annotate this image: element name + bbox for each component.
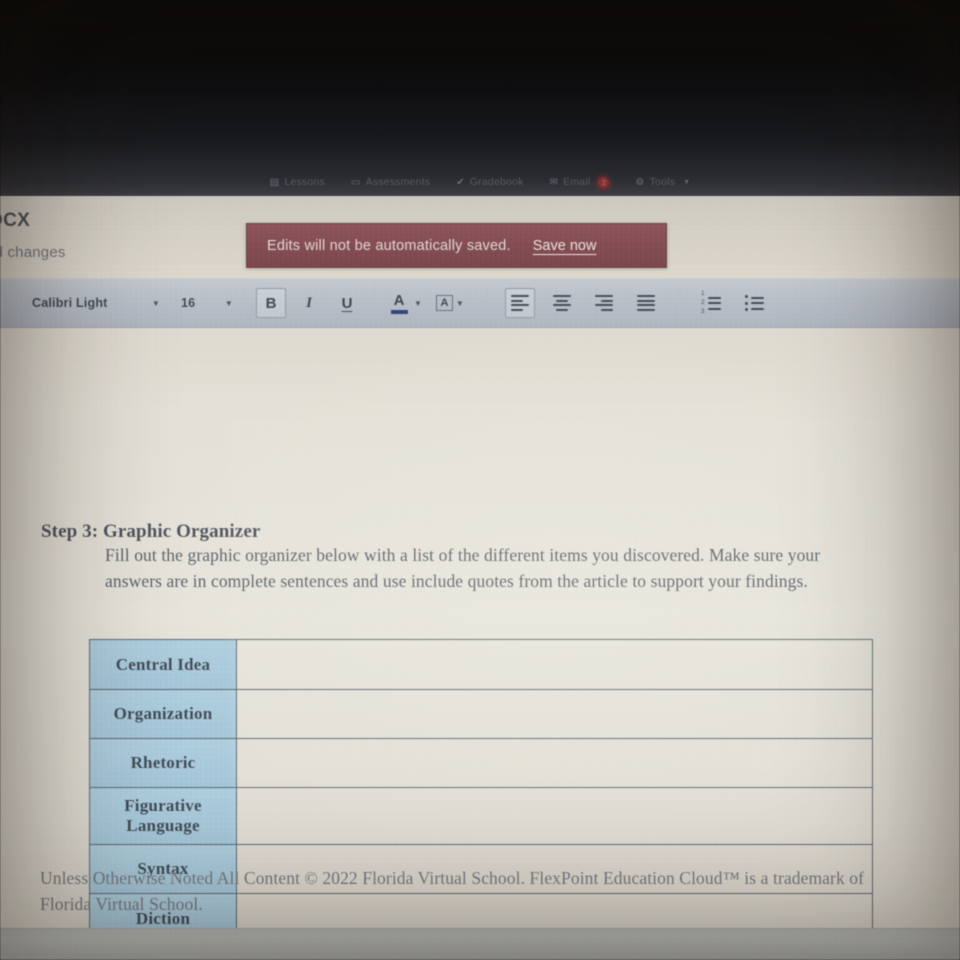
file-name: OCX [0, 210, 31, 231]
align-left-button[interactable] [504, 288, 535, 318]
nav-item-tools[interactable]: ⚙ Tools ▼ [635, 176, 690, 188]
list-lines [707, 296, 721, 310]
align-left-icon [510, 295, 529, 311]
toolbar-divider [485, 284, 487, 322]
list-numbers: 1 2 3 [701, 291, 704, 315]
chevron-down-icon: ▼ [414, 298, 422, 308]
nav-label: Email [563, 176, 591, 188]
numbered-list-button[interactable]: 1 2 3 [696, 288, 726, 318]
unsaved-changes-banner: Edits will not be automatically saved. S… [246, 223, 667, 268]
table-row: Central Idea [89, 639, 873, 690]
align-center-button[interactable] [547, 288, 577, 318]
row-label-figurative-language: Figurative Language [89, 787, 237, 845]
formatting-toolbar: Calibri Light ▼ 16 ▼ B I U A ▼ A ▼ 1 2 3 [0, 278, 960, 328]
row-label-central-idea: Central Idea [89, 639, 237, 690]
banner-message: Edits will not be automatically saved. [267, 237, 511, 254]
align-right-icon [594, 295, 613, 311]
dark-browser-backdrop [0, 0, 960, 196]
envelope-icon: ✉ [549, 176, 559, 188]
nav-item-assessments[interactable]: ▭ Assessments [351, 176, 430, 188]
table-row: Organization [89, 689, 873, 739]
row-value-organization[interactable] [236, 689, 873, 739]
text-color-swatch [390, 310, 408, 314]
nav-label: Assessments [365, 176, 431, 188]
unsaved-changes-status: ed changes [0, 244, 66, 261]
chevron-down-icon: ▼ [455, 298, 464, 308]
save-now-link[interactable]: Save now [533, 238, 597, 254]
table-row: Rhetoric [89, 738, 873, 788]
nav-item-gradebook[interactable]: ✔ Gradebook [456, 176, 523, 188]
bold-button[interactable]: B [256, 288, 286, 318]
font-family-select[interactable]: Calibri Light ▼ [22, 288, 170, 318]
font-size-select[interactable]: 16 ▼ [171, 288, 243, 318]
list-lines [751, 296, 765, 310]
bulleted-list-icon [745, 295, 765, 311]
chevron-down-icon: ▼ [683, 178, 691, 186]
copyright-footer: Unless Otherwise Noted All Content © 202… [40, 868, 865, 914]
align-center-icon [552, 295, 571, 311]
text-color-button[interactable]: A ▼ [387, 288, 428, 318]
highlight-color-button[interactable]: A ▼ [435, 295, 470, 311]
page-title: Step 3: Graphic Organizer [41, 521, 261, 542]
toolbar-divider [243, 284, 244, 322]
underline-button[interactable]: U [332, 288, 362, 318]
nav-item-lessons[interactable]: ▤ Lessons [270, 176, 325, 188]
row-value-central-idea[interactable] [236, 639, 873, 690]
highlight-letter: A [440, 297, 449, 309]
text-color-letter: A [393, 292, 405, 309]
document-content: Step 3: Graphic Organizer Fill out the g… [0, 521, 960, 945]
font-family-value: Calibri Light [32, 296, 108, 310]
align-right-button[interactable] [589, 288, 619, 318]
align-justify-button[interactable] [631, 288, 661, 318]
list-number: 2 [701, 300, 705, 306]
list-number: 3 [701, 309, 705, 315]
email-unread-badge: 2 [598, 176, 610, 188]
nav-label: Gradebook [469, 176, 524, 188]
row-label-organization: Organization [89, 689, 237, 739]
check-icon: ✔ [456, 176, 465, 188]
numbered-list-icon: 1 2 3 [701, 291, 721, 315]
nav-label: Tools [649, 176, 676, 188]
text-color-a-icon: A [387, 288, 411, 318]
list-bullets [745, 295, 749, 311]
gear-icon: ⚙ [635, 176, 645, 188]
nav-label: Lessons [284, 176, 325, 188]
instructions-paragraph: Fill out the graphic organizer below wit… [105, 545, 821, 591]
course-navigation-bar: ▤ Lessons ▭ Assessments ✔ Gradebook ✉ Em… [0, 168, 960, 196]
row-value-rhetoric[interactable] [236, 738, 873, 788]
book-icon: ▤ [269, 176, 280, 188]
screenshot-root: ▤ Lessons ▭ Assessments ✔ Gradebook ✉ Em… [0, 0, 960, 960]
bulleted-list-button[interactable] [740, 288, 770, 318]
bottom-chrome-band [0, 928, 960, 960]
chevron-down-icon: ▼ [151, 298, 160, 308]
list-number: 1 [701, 291, 705, 297]
font-size-value: 16 [181, 296, 196, 310]
italic-button[interactable]: I [294, 288, 324, 318]
row-label-rhetoric: Rhetoric [89, 738, 237, 788]
chevron-down-icon: ▼ [224, 298, 233, 308]
nav-item-email[interactable]: ✉ Email 2 [550, 176, 610, 188]
toolbar-divider [374, 284, 375, 322]
row-value-figurative-language[interactable] [236, 787, 873, 845]
toolbar-divider [678, 284, 680, 322]
clipboard-icon: ▭ [350, 176, 361, 188]
table-row: Figurative Language [89, 787, 873, 845]
align-justify-icon [636, 295, 655, 311]
highlight-a-icon: A [435, 295, 453, 311]
